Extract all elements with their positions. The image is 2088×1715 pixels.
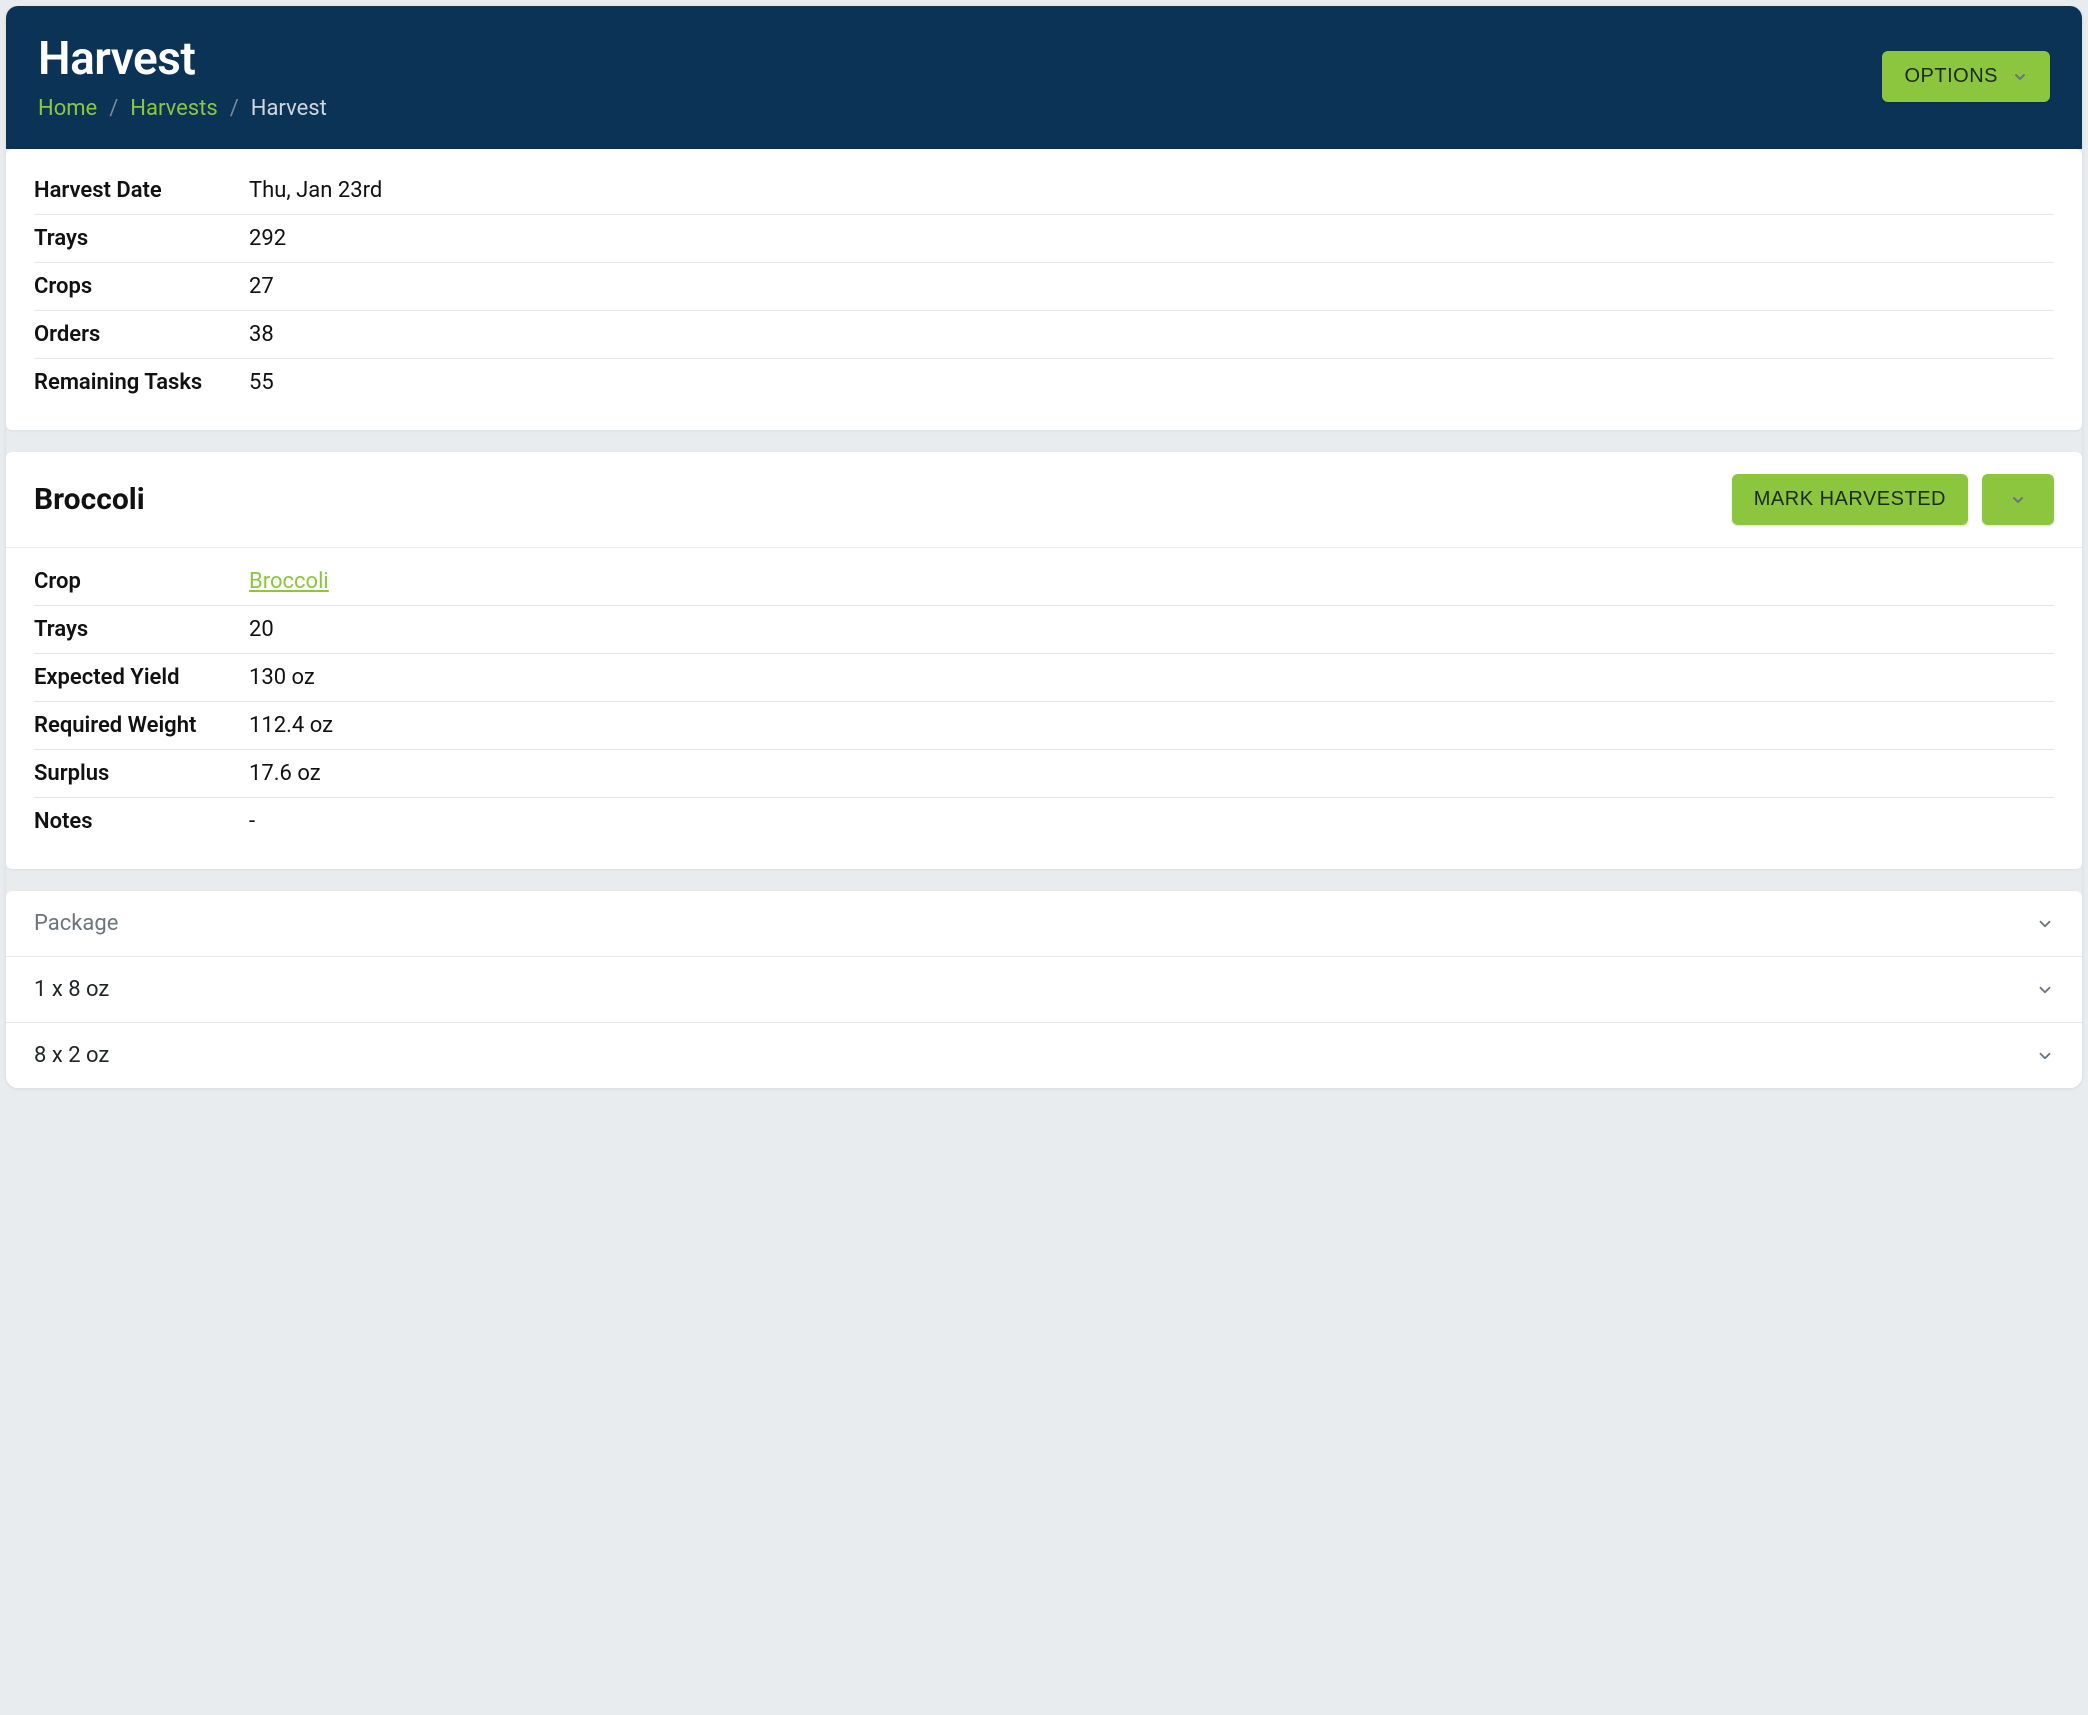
mark-harvested-button[interactable]: MARK HARVESTED bbox=[1732, 474, 1968, 525]
breadcrumb-current: Harvest bbox=[251, 96, 327, 121]
options-button-label: OPTIONS bbox=[1904, 65, 1998, 88]
chevron-down-icon bbox=[2012, 69, 2028, 85]
packages-header-row[interactable]: Package bbox=[6, 891, 2082, 957]
crop-detail-label: Surplus bbox=[34, 761, 249, 786]
chevron-down-icon bbox=[2036, 981, 2054, 999]
breadcrumb-separator: / bbox=[230, 96, 239, 121]
crop-link[interactable]: Broccoli bbox=[249, 569, 329, 594]
breadcrumb-separator: / bbox=[109, 96, 118, 121]
crop-detail-value: - bbox=[249, 809, 255, 834]
summary-label: Remaining Tasks bbox=[34, 370, 249, 395]
summary-row: Harvest Date Thu, Jan 23rd bbox=[34, 167, 2054, 215]
packages-card: Package 1 x 8 oz 8 x 2 oz bbox=[6, 891, 2082, 1088]
summary-label: Harvest Date bbox=[34, 178, 249, 203]
crop-detail-value: 17.6 oz bbox=[249, 761, 321, 786]
summary-value: Thu, Jan 23rd bbox=[249, 178, 382, 203]
package-item-label: 1 x 8 oz bbox=[34, 977, 109, 1002]
summary-card: Harvest Date Thu, Jan 23rd Trays 292 Cro… bbox=[6, 149, 2082, 430]
crop-detail-label: Crop bbox=[34, 569, 249, 594]
package-item-label: 8 x 2 oz bbox=[34, 1043, 109, 1068]
summary-row: Remaining Tasks 55 bbox=[34, 359, 2054, 406]
crop-detail-row: Crop Broccoli bbox=[34, 558, 2054, 606]
summary-label: Crops bbox=[34, 274, 249, 299]
package-item[interactable]: 8 x 2 oz bbox=[6, 1023, 2082, 1088]
summary-row: Trays 292 bbox=[34, 215, 2054, 263]
crop-detail-label: Trays bbox=[34, 617, 249, 642]
chevron-down-icon bbox=[2036, 915, 2054, 933]
mark-harvested-label: MARK HARVESTED bbox=[1754, 488, 1946, 511]
summary-row: Orders 38 bbox=[34, 311, 2054, 359]
crop-detail-row: Notes - bbox=[34, 798, 2054, 845]
crop-detail-label: Required Weight bbox=[34, 713, 249, 738]
summary-value: 55 bbox=[249, 370, 274, 395]
summary-label: Trays bbox=[34, 226, 249, 251]
crop-detail-row: Required Weight 112.4 oz bbox=[34, 702, 2054, 750]
summary-value: 292 bbox=[249, 226, 286, 251]
breadcrumb-home[interactable]: Home bbox=[38, 96, 97, 121]
summary-value: 27 bbox=[249, 274, 274, 299]
crop-detail-value: 20 bbox=[249, 617, 274, 642]
breadcrumb: Home / Harvests / Harvest bbox=[38, 96, 327, 121]
packages-header-label: Package bbox=[34, 911, 118, 936]
chevron-down-icon bbox=[2010, 492, 2026, 508]
page-title: Harvest bbox=[38, 32, 327, 86]
breadcrumb-harvests[interactable]: Harvests bbox=[130, 96, 217, 121]
summary-value: 38 bbox=[249, 322, 274, 347]
package-item[interactable]: 1 x 8 oz bbox=[6, 957, 2082, 1023]
crop-detail-label: Notes bbox=[34, 809, 249, 834]
chevron-down-icon bbox=[2036, 1047, 2054, 1065]
summary-row: Crops 27 bbox=[34, 263, 2054, 311]
crop-card: Broccoli MARK HARVESTED Crop Broccoli Tr… bbox=[6, 452, 2082, 869]
crop-card-header: Broccoli MARK HARVESTED bbox=[6, 452, 2082, 548]
options-button[interactable]: OPTIONS bbox=[1882, 51, 2050, 102]
crop-title: Broccoli bbox=[34, 482, 145, 517]
crop-detail-row: Expected Yield 130 oz bbox=[34, 654, 2054, 702]
crop-detail-row: Trays 20 bbox=[34, 606, 2054, 654]
crop-actions-dropdown-button[interactable] bbox=[1982, 474, 2054, 525]
crop-detail-value: 112.4 oz bbox=[249, 713, 333, 738]
crop-detail-value: 130 oz bbox=[249, 665, 315, 690]
summary-label: Orders bbox=[34, 322, 249, 347]
crop-detail-label: Expected Yield bbox=[34, 665, 249, 690]
crop-detail-row: Surplus 17.6 oz bbox=[34, 750, 2054, 798]
page-header: Harvest Home / Harvests / Harvest OPTION… bbox=[6, 6, 2082, 149]
